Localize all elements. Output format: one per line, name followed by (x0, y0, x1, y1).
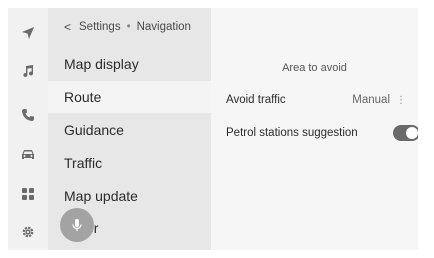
section-title-area-to-avoid: Area to avoid (282, 62, 347, 74)
more-options-icon: ⋮ (396, 94, 406, 106)
menu-item-route[interactable]: Route (48, 81, 211, 113)
petrol-stations-toggle[interactable] (393, 125, 418, 141)
menu-item-label: Route (64, 89, 102, 105)
menu-item-label: Map display (64, 56, 139, 72)
breadcrumb-current: Navigation (136, 21, 191, 33)
avoid-traffic-row[interactable]: Avoid traffic Manual ⋮ (226, 90, 418, 110)
route-settings-panel: Area to avoid Avoid traffic Manual ⋮ Pet… (211, 8, 418, 250)
menu-item-label: Traffic (64, 155, 103, 171)
icon-rail (8, 8, 48, 250)
menu-item-traffic[interactable]: Traffic (48, 147, 211, 179)
settings-gear-icon[interactable] (20, 224, 36, 240)
breadcrumb-separator: • (126, 21, 131, 33)
menu-item-map-update[interactable]: Map update (48, 180, 211, 212)
avoid-traffic-value[interactable]: Manual ⋮ (352, 94, 406, 106)
microphone-icon (72, 219, 82, 231)
menu-item-label: Guidance (64, 122, 124, 138)
petrol-stations-label: Petrol stations suggestion (226, 127, 358, 139)
menu-item-label: Map update (64, 188, 138, 204)
petrol-stations-row[interactable]: Petrol stations suggestion (226, 123, 418, 143)
breadcrumb-parent[interactable]: Settings (79, 21, 121, 33)
menu-item-map-display[interactable]: Map display (48, 48, 211, 80)
car-icon[interactable] (20, 146, 36, 162)
menu-item-guidance[interactable]: Guidance (48, 114, 211, 146)
apps-grid-icon[interactable] (20, 186, 36, 202)
phone-icon[interactable] (20, 107, 36, 123)
avoid-traffic-value-text: Manual (352, 94, 390, 106)
navigation-arrow-icon[interactable] (20, 25, 36, 41)
breadcrumb: < Settings • Navigation (64, 20, 191, 34)
voice-assistant-button[interactable] (60, 208, 94, 242)
settings-screen: < Settings • Navigation Map display Rout… (8, 8, 418, 250)
avoid-traffic-label: Avoid traffic (226, 94, 286, 106)
music-note-icon[interactable] (20, 63, 36, 79)
toggle-knob (406, 127, 418, 139)
back-button[interactable]: < (64, 20, 71, 34)
